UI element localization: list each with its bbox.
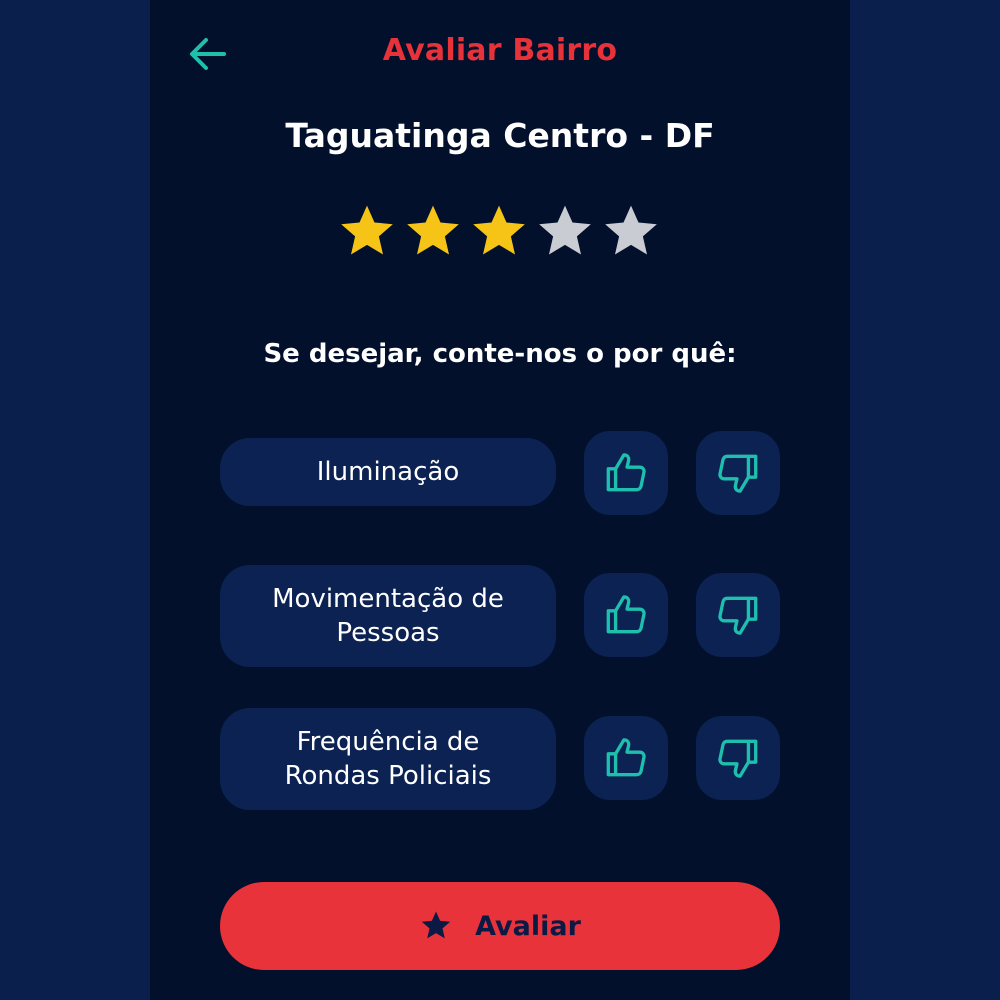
category-label: Iluminação: [220, 438, 556, 506]
thumbs-down-button[interactable]: [696, 431, 780, 515]
category-label: Movimentação de Pessoas: [220, 565, 556, 667]
star-icon: [473, 205, 525, 255]
category-label-line: Frequência de: [296, 727, 480, 757]
thumbs-up-icon: [606, 595, 646, 634]
star-icon: [407, 205, 459, 255]
category-label-line: Pessoas: [336, 618, 440, 648]
star-icon: [421, 911, 451, 939]
neighborhood-name: Taguatinga Centro - DF: [285, 116, 715, 155]
star-5-empty[interactable]: [600, 201, 662, 263]
thumbs-up-button[interactable]: [584, 716, 668, 800]
star-1-filled[interactable]: [336, 201, 398, 263]
thumbs-down-button[interactable]: [696, 573, 780, 657]
star-rating: [336, 201, 666, 265]
reason-prompt: Se desejar, conte-nos o por quê:: [263, 339, 737, 369]
star-3-filled[interactable]: [468, 201, 530, 263]
thumbs-up-button[interactable]: [584, 573, 668, 657]
category-label: Frequência de Rondas Policiais: [220, 708, 556, 810]
star-4-empty[interactable]: [534, 201, 596, 263]
star-icon: [539, 205, 591, 255]
thumbs-up-icon: [606, 738, 646, 777]
page-title: Avaliar Bairro: [382, 33, 618, 68]
thumbs-up-icon: [606, 453, 646, 492]
submit-label: Avaliar: [475, 910, 581, 942]
star-icon: [605, 205, 657, 255]
category-label-line: Movimentação de: [272, 584, 504, 614]
app-screen: Avaliar Bairro Taguatinga Centro - DF Se…: [150, 0, 850, 1000]
category-label-line: Iluminação: [316, 457, 460, 487]
thumbs-down-button[interactable]: [696, 716, 780, 800]
star-icon: [341, 205, 393, 255]
thumbs-down-icon: [718, 739, 758, 778]
category-label-line: Rondas Policiais: [284, 761, 492, 791]
submit-button[interactable]: Avaliar: [220, 882, 780, 970]
star-2-filled[interactable]: [402, 201, 464, 263]
thumbs-down-icon: [718, 596, 758, 635]
thumbs-down-icon: [718, 454, 758, 493]
thumbs-up-button[interactable]: [584, 431, 668, 515]
